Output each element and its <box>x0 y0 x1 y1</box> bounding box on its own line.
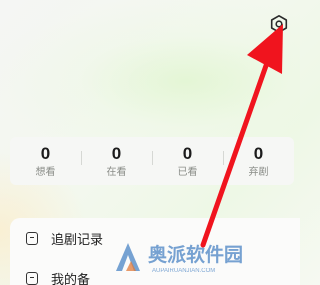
watermark-url: AUPAIRUANJIAN.COM <box>152 268 215 274</box>
stat-label: 在看 <box>106 166 127 178</box>
background-glow <box>0 0 300 140</box>
menu-item-label: 我的备 <box>51 272 91 285</box>
stat-watched[interactable]: 0 已看 <box>152 137 223 185</box>
stat-label: 想看 <box>35 166 56 178</box>
stat-dropped[interactable]: 0 弃剧 <box>223 137 294 185</box>
stat-count: 0 <box>253 143 264 163</box>
stat-watching[interactable]: 0 在看 <box>81 137 152 185</box>
stat-want-to-watch[interactable]: 0 想看 <box>10 137 81 185</box>
menu-item-label: 追剧记录 <box>51 232 104 248</box>
settings-hexagon-icon <box>270 14 288 34</box>
document-icon <box>26 231 38 245</box>
stat-count: 0 <box>40 143 51 163</box>
stat-count: 0 <box>182 143 193 163</box>
document-icon <box>26 271 38 285</box>
watermark-brand: 奥派软件园 <box>148 243 243 266</box>
settings-button[interactable] <box>267 12 291 36</box>
watermark-logo: 奥派软件园 AUPAIRUANJIAN.COM <box>116 243 243 274</box>
stat-label: 已看 <box>177 166 198 178</box>
stat-count: 0 <box>111 143 122 163</box>
stats-panel: 0 想看 0 在看 0 已看 0 弃剧 <box>10 137 294 185</box>
stat-label: 弃剧 <box>248 166 269 178</box>
